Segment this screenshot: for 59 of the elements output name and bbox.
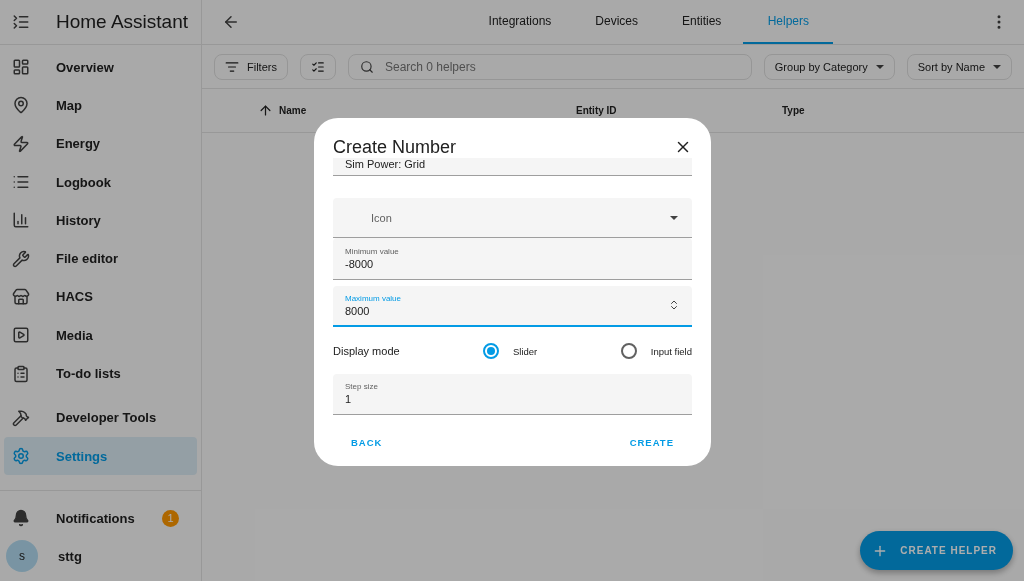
sidebar-item[interactable]: To-do lists [4, 354, 197, 393]
number-field[interactable]: Maximum value 8000 [333, 285, 692, 328]
sidebar-item[interactable]: Energy [4, 124, 197, 163]
nav-icon [12, 364, 30, 383]
sidebar-item[interactable]: Map [4, 86, 197, 125]
nav-icon [12, 408, 30, 427]
dropdown-icon [875, 64, 884, 69]
column-header[interactable]: Name [258, 103, 576, 118]
radio-button[interactable] [620, 343, 637, 360]
filters-button[interactable]: Filters [214, 53, 288, 80]
column-header[interactable]: Type [782, 105, 1024, 116]
filter-icon [225, 59, 239, 74]
nav-icon [12, 287, 30, 306]
nav-icon [12, 134, 30, 153]
sort-button[interactable]: Sort by Name [906, 53, 1012, 80]
back-icon[interactable] [222, 13, 240, 31]
nav-icon [12, 58, 30, 77]
notifications-item[interactable]: Notifications 1 [4, 499, 197, 537]
nav-icon [12, 249, 30, 268]
user-avatar: s [6, 540, 38, 572]
search-field[interactable]: Search 0 helpers [347, 53, 752, 80]
column-header[interactable]: Entity ID [576, 105, 782, 116]
menu-icon[interactable] [12, 13, 30, 31]
nav-icon [12, 96, 30, 115]
name-field[interactable]: Sim Power: Grid [333, 158, 692, 176]
spinner-icon[interactable] [668, 299, 680, 312]
tab[interactable]: Integrations [466, 0, 574, 44]
number-field[interactable]: Step size 1 [333, 373, 692, 415]
nav-icon [12, 326, 30, 345]
select-mode-button[interactable] [299, 53, 336, 80]
checklist-icon [310, 59, 325, 74]
sidebar-item[interactable]: Developer Tools [4, 398, 197, 437]
bell-icon [12, 509, 30, 527]
notification-badge: 1 [162, 509, 179, 527]
field-label: Display mode [333, 345, 401, 358]
user-name: sttg [58, 548, 82, 564]
notifications-label: Notifications [56, 510, 135, 526]
tab[interactable]: Entities [660, 0, 744, 44]
search-icon [359, 59, 374, 74]
nav-icon [12, 447, 30, 466]
sidebar-item[interactable]: Media [4, 316, 197, 355]
sidebar-item[interactable]: History [4, 201, 197, 240]
sidebar-item[interactable]: File editor [4, 239, 197, 278]
icon-select[interactable]: Icon [333, 198, 692, 239]
number-field[interactable]: Minimum value -8000 [333, 238, 692, 280]
radio-label: Input field [650, 345, 692, 357]
user-item[interactable]: s sttg [4, 537, 197, 575]
group-button[interactable]: Group by Category [763, 53, 895, 80]
radio-label: Slider [513, 345, 538, 357]
tab[interactable]: Devices [573, 0, 660, 44]
radio-button[interactable] [483, 343, 499, 360]
app-title: Home Assistant [56, 11, 188, 33]
dialog-title: Create Number [333, 136, 457, 158]
nav-icon [12, 211, 30, 230]
dropdown-icon [993, 64, 1001, 69]
sidebar-item[interactable]: Overview [4, 48, 197, 87]
dropdown-icon [670, 215, 678, 220]
sidebar-item[interactable]: HACS [4, 277, 197, 317]
sidebar-item[interactable]: Logbook [4, 162, 197, 202]
